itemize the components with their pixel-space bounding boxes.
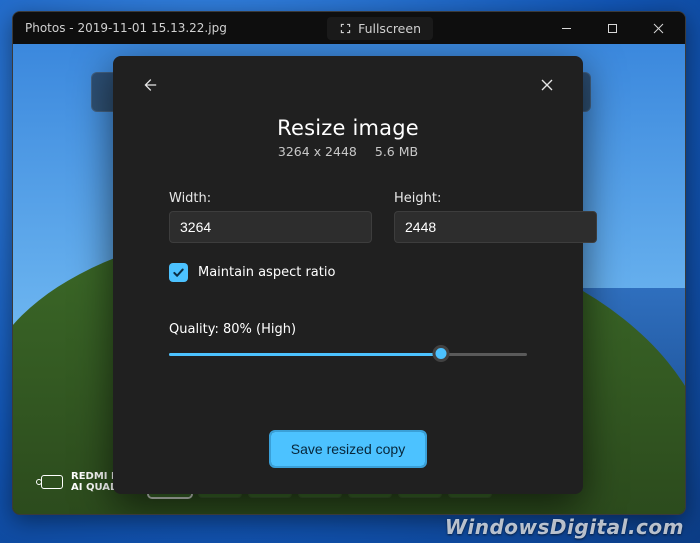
photos-app-window: Photos - 2019-11-01 15.13.22.jpg Fullscr… — [12, 11, 686, 515]
minimize-icon — [561, 23, 572, 34]
titlebar: Photos - 2019-11-01 15.13.22.jpg Fullscr… — [13, 12, 685, 44]
quality-label: Quality: 80% (High) — [169, 322, 527, 337]
fullscreen-button[interactable]: Fullscreen — [327, 17, 433, 40]
close-dialog-button[interactable] — [533, 71, 561, 99]
original-dimensions: 3264 x 2448 — [278, 144, 357, 159]
watermark: WindowsDigital.com — [445, 515, 684, 539]
back-button[interactable] — [135, 71, 163, 99]
check-icon — [172, 266, 185, 279]
close-icon — [653, 23, 664, 34]
width-input[interactable] — [169, 211, 372, 243]
height-input[interactable] — [394, 211, 597, 243]
slider-fill — [169, 353, 441, 356]
photo-viewport: REDMI NOT AI QUAD CA — [13, 44, 685, 514]
arrow-left-icon — [140, 76, 158, 94]
fullscreen-label: Fullscreen — [358, 21, 421, 36]
dialog-title: Resize image — [135, 116, 561, 140]
maximize-button[interactable] — [589, 12, 635, 44]
slider-thumb[interactable] — [433, 345, 450, 362]
window-title: Photos - 2019-11-01 15.13.22.jpg — [25, 21, 327, 35]
window-controls — [543, 12, 681, 44]
aspect-ratio-label: Maintain aspect ratio — [198, 265, 335, 280]
fullscreen-icon — [339, 22, 352, 35]
file-size: 5.6 MB — [375, 144, 418, 159]
quality-slider[interactable] — [169, 347, 527, 363]
aspect-ratio-checkbox[interactable] — [169, 263, 188, 282]
width-label: Width: — [169, 191, 372, 206]
close-icon — [540, 78, 554, 92]
resize-dialog: Resize image 3264 x 2448 5.6 MB Width: H… — [113, 56, 583, 494]
camera-icon — [41, 475, 63, 489]
height-label: Height: — [394, 191, 597, 206]
maximize-icon — [607, 23, 618, 34]
dialog-subtitle: 3264 x 2448 5.6 MB — [135, 144, 561, 159]
close-window-button[interactable] — [635, 12, 681, 44]
save-resized-copy-button[interactable]: Save resized copy — [271, 432, 425, 466]
minimize-button[interactable] — [543, 12, 589, 44]
